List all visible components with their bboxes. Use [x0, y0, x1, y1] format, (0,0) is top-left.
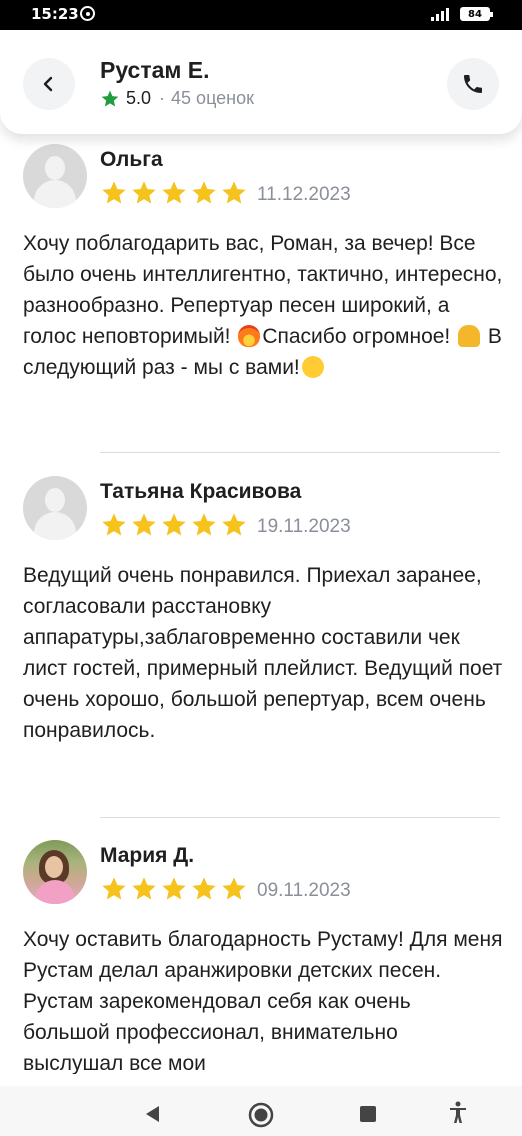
review-stars — [100, 511, 248, 539]
divider — [100, 452, 500, 453]
rating-value: 5.0 — [126, 88, 152, 108]
pray-emoji-icon — [458, 325, 481, 347]
star-icon — [102, 513, 126, 536]
nav-home-icon[interactable] — [248, 1102, 274, 1128]
nav-back-icon[interactable] — [143, 1104, 161, 1124]
avatar — [23, 144, 87, 208]
star-icon — [162, 181, 186, 204]
star-icon — [222, 181, 246, 204]
star-icon — [222, 513, 246, 536]
back-button[interactable] — [23, 58, 75, 110]
status-time: 15:23 — [31, 5, 79, 23]
divider — [100, 817, 500, 818]
fire-emoji-icon — [238, 325, 261, 347]
star-icon — [222, 877, 246, 900]
smile-emoji-icon — [301, 356, 324, 378]
reviewer-name: Мария Д. — [100, 844, 195, 867]
star-icon — [192, 513, 216, 536]
signal-icon — [431, 8, 449, 21]
phone-icon — [464, 75, 482, 93]
reviewer-name: Ольга — [100, 148, 163, 171]
star-icon — [162, 877, 186, 900]
whatsapp-icon — [80, 6, 95, 21]
star-icon — [102, 181, 126, 204]
reviews-list[interactable]: Ольга 11.12.2023 Хочу поблагодарить вас,… — [0, 134, 522, 1074]
battery-indicator: 84 — [460, 7, 493, 21]
star-icon — [162, 513, 186, 536]
performer-name: Рустам Е. — [100, 57, 210, 83]
call-button[interactable] — [447, 58, 499, 110]
nav-recents-icon[interactable] — [360, 1106, 376, 1122]
review-text: Хочу поблагодарить вас, Роман, за вечер!… — [23, 228, 503, 383]
review-date: 09.11.2023 — [257, 880, 351, 901]
profile-header: Рустам Е. 5.0 · 45 оценок — [0, 30, 522, 134]
review-date: 19.11.2023 — [257, 516, 351, 537]
accessibility-icon[interactable] — [448, 1101, 468, 1125]
review-text: Ведущий очень понравился. Приехал заране… — [23, 564, 503, 742]
review-stars — [100, 875, 248, 903]
system-navigation-bar — [0, 1086, 522, 1136]
reviewer-name: Татьяна Красивова — [100, 480, 302, 503]
star-icon — [132, 877, 156, 900]
star-icon — [192, 181, 216, 204]
star-icon — [101, 90, 119, 106]
status-bar: 15:23 84 — [0, 0, 522, 30]
review-date: 11.12.2023 — [257, 184, 351, 205]
back-arrow-icon — [43, 76, 53, 92]
avatar — [23, 840, 87, 904]
performer-rating: 5.0 · 45 оценок — [100, 88, 254, 109]
review-text: Хочу оставить благодарность Рустаму! Для… — [23, 928, 503, 1074]
avatar — [23, 476, 87, 540]
star-icon — [192, 877, 216, 900]
star-icon — [102, 877, 126, 900]
rating-separator: · — [159, 88, 166, 108]
star-icon — [132, 513, 156, 536]
star-icon — [132, 181, 156, 204]
review-stars — [100, 179, 248, 207]
review-text-part: Спасибо огромное! — [262, 325, 457, 348]
reviews-count[interactable]: 45 оценок — [171, 88, 254, 109]
